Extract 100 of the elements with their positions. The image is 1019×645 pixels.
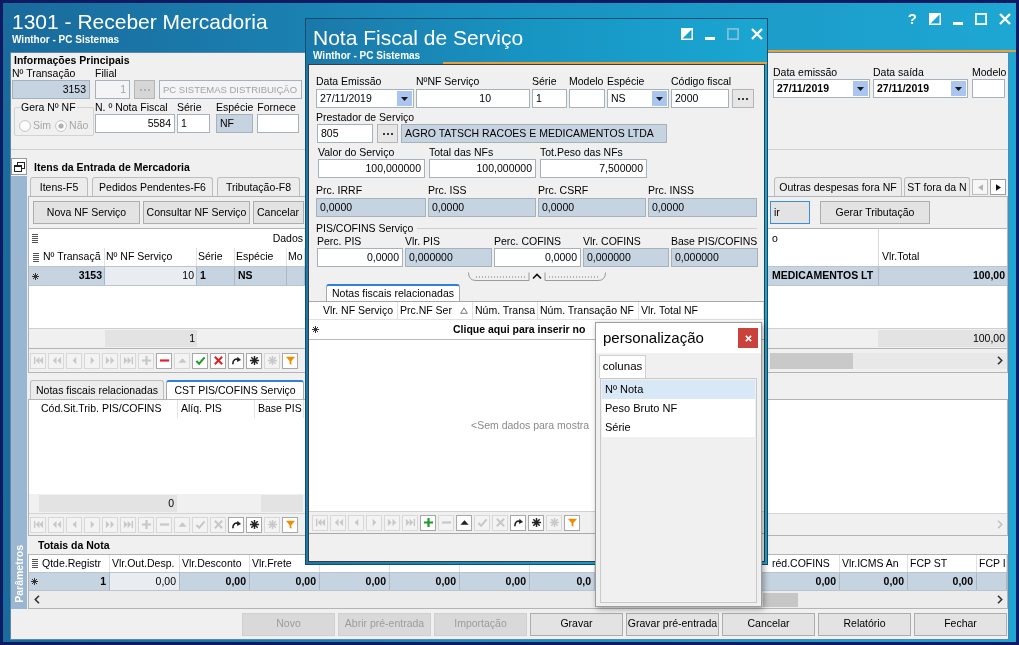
field-label: Prc. INSS <box>648 184 695 197</box>
text-field[interactable]: 100,000000 <box>318 159 425 178</box>
text-field[interactable]: 0,0000 <box>648 198 757 217</box>
list-item[interactable]: Peso Bruto NF <box>602 399 755 418</box>
list-item[interactable]: Nº Nota <box>602 380 755 399</box>
column-header: Alíq. PIS <box>181 401 222 417</box>
text-field[interactable]: NF <box>216 114 253 133</box>
action-button[interactable]: ir <box>770 201 810 224</box>
text-field[interactable]: 0,000000 <box>405 248 492 267</box>
overlapping-windows-icon[interactable] <box>11 158 27 175</box>
action-button[interactable]: Cancelar <box>722 612 815 636</box>
tab[interactable]: CST PIS/COFINS Serviço <box>166 380 304 399</box>
group-label: Gera Nº NF <box>20 101 77 114</box>
text-field[interactable]: 100,000000 <box>429 159 536 178</box>
column-header: Vlr. NF Serviço <box>323 302 393 318</box>
side-panel-label: Parâmetros <box>12 545 26 603</box>
tab[interactable]: ST fora da N <box>904 177 970 196</box>
tab[interactable]: Tributação-F8 <box>217 177 300 196</box>
text-field[interactable]: AGRO TATSCH RACOES E MEDICAMENTOS LTDA <box>401 124 667 143</box>
lookup-button[interactable] <box>732 89 754 108</box>
tab[interactable]: Notas fiscais relacionadas <box>30 380 164 399</box>
text-field[interactable]: 0,0000 <box>538 198 646 217</box>
field-label: Nº Transação <box>12 67 76 80</box>
text-field[interactable] <box>257 114 300 133</box>
action-button[interactable]: Gravar <box>530 612 623 636</box>
text-field[interactable] <box>972 79 1005 98</box>
text-field[interactable]: 3153 <box>12 80 90 99</box>
column-header: Vlr.Out.Desp. <box>112 555 175 571</box>
chevron-right-icon[interactable] <box>997 595 1003 604</box>
tab[interactable]: Outras despesas fora NF <box>774 177 902 196</box>
list-lines-icon <box>32 252 39 262</box>
action-button[interactable]: Cancelar <box>253 201 304 224</box>
tab[interactable]: colunas <box>599 355 646 378</box>
scrollbar-thumb[interactable] <box>763 592 798 607</box>
date-field[interactable]: 27/11/2019 <box>873 79 968 98</box>
lookup-button[interactable] <box>377 124 398 143</box>
funnel-icon[interactable] <box>564 514 580 531</box>
text-field[interactable]: 0,000000 <box>583 248 669 267</box>
text-field[interactable]: 2000 <box>671 89 729 108</box>
close-icon[interactable] <box>738 328 758 348</box>
field-label: Base PIS/COFINS <box>671 235 758 248</box>
summary-cell <box>261 495 303 512</box>
list-item[interactable]: Série <box>602 418 755 437</box>
split-square-icon[interactable] <box>929 13 941 25</box>
text-field[interactable]: 0,0000 <box>317 248 403 267</box>
asterisk-icon[interactable] <box>246 516 262 533</box>
text-field[interactable]: 0,0000 <box>316 198 426 217</box>
list-lines-icon <box>32 234 38 243</box>
field-label: Vlr. PIS <box>405 235 440 248</box>
x-mark-icon[interactable] <box>210 352 226 369</box>
group-label: PIS/COFINS Serviço <box>316 222 414 235</box>
tab[interactable]: Itens-F5 <box>30 177 88 196</box>
new-row-prompt[interactable]: Clique aqui para inserir no <box>453 321 586 338</box>
text-field[interactable]: 805 <box>317 124 373 143</box>
text-field[interactable]: 0,000000 <box>671 248 758 267</box>
action-button[interactable]: Nova NF Serviço <box>33 201 140 224</box>
close-icon[interactable] <box>751 28 763 40</box>
action-button[interactable]: Fechar <box>914 612 1007 636</box>
text-field[interactable]: 5584 <box>95 114 175 133</box>
chevron-left-icon[interactable] <box>34 595 40 604</box>
funnel-icon[interactable] <box>282 516 298 533</box>
field-label: Data Emissão <box>316 75 382 88</box>
field-label: Vlr. COFINS <box>583 235 641 248</box>
asterisk-icon[interactable] <box>528 514 544 531</box>
tab[interactable]: Notas fiscais relacionadas <box>326 284 460 301</box>
list-lines-icon <box>31 559 38 568</box>
field-label: Data emissão <box>773 66 838 79</box>
text-field[interactable]: 10 <box>416 89 530 108</box>
tab[interactable]: Pedidos Pendentes-F6 <box>92 177 213 196</box>
minimize-icon[interactable] <box>705 37 715 40</box>
asterisk-icon[interactable] <box>246 352 262 369</box>
close-icon[interactable] <box>999 13 1011 25</box>
split-square-icon[interactable] <box>681 28 693 40</box>
action-button[interactable]: Gravar pré-entrada <box>626 612 719 636</box>
column-header: Vlr.ICMS An <box>842 555 899 571</box>
check-icon[interactable] <box>192 352 208 369</box>
column-header: Nº NF Serviço <box>106 249 173 265</box>
text-field[interactable]: 7,500000 <box>540 159 647 178</box>
chevron-right-icon[interactable] <box>997 356 1003 365</box>
text-field[interactable]: 1 <box>177 114 210 133</box>
column-header: Nº Transaçã <box>43 249 101 265</box>
text-field[interactable]: 0,0000 <box>428 198 536 217</box>
action-button[interactable]: Gerar Tributação <box>820 201 930 224</box>
splitter-handle[interactable] <box>467 272 606 281</box>
text-field[interactable] <box>569 89 605 108</box>
text-field[interactable]: 0,0000 <box>494 248 581 267</box>
plus-icon[interactable] <box>420 514 436 531</box>
minimize-icon[interactable] <box>953 22 963 25</box>
minus-icon[interactable] <box>156 352 172 369</box>
select-field[interactable]: NS <box>607 89 669 108</box>
ellipsis-icon <box>738 97 748 100</box>
scrollbar-thumb[interactable] <box>770 352 853 369</box>
column-header: Cód.Sit.Trib. PIS/COFINS <box>41 401 162 417</box>
date-field[interactable]: 27/11/2019 <box>316 89 414 108</box>
action-button[interactable]: Consultar NF Serviço <box>143 201 250 224</box>
text-field[interactable]: 1 <box>532 89 567 108</box>
funnel-icon[interactable] <box>282 352 298 369</box>
action-button[interactable]: Relatório <box>818 612 911 636</box>
row-asterisk-icon <box>311 326 319 333</box>
date-field[interactable]: 27/11/2019 <box>773 79 870 98</box>
